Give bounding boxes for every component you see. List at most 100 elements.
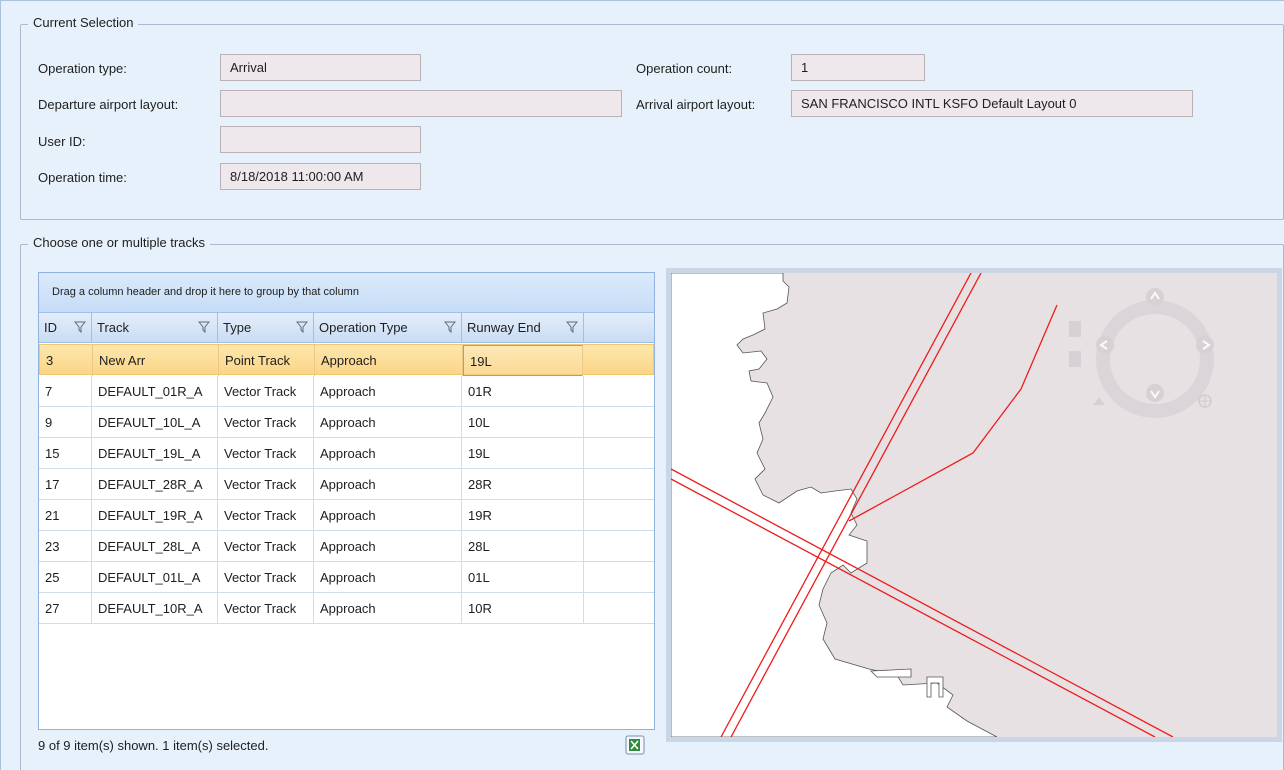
departure-layout-label: Departure airport layout: <box>38 97 179 112</box>
cell-id: 23 <box>39 531 92 562</box>
table-row[interactable]: 3 New Arr Point Track Approach 19L <box>39 344 654 376</box>
cell-type: Vector Track <box>218 593 314 624</box>
cell-id: 9 <box>39 407 92 438</box>
arrival-layout-field[interactable]: SAN FRANCISCO INTL KSFO Default Layout 0 <box>791 90 1193 117</box>
cell-operation-type: Approach <box>314 562 462 593</box>
column-header-id[interactable]: ID <box>39 313 92 343</box>
cell-type: Vector Track <box>218 438 314 469</box>
cell-type: Vector Track <box>218 531 314 562</box>
pan-left-icon[interactable] <box>1096 336 1114 354</box>
cell-runway-end[interactable]: 19L <box>463 345 583 376</box>
table-row[interactable]: 23 DEFAULT_28L_A Vector Track Approach 2… <box>39 531 654 562</box>
cell-runway-end: 19R <box>462 500 584 531</box>
cell-type: Vector Track <box>218 407 314 438</box>
cell-type: Point Track <box>219 345 315 376</box>
column-header-label: Type <box>223 320 252 335</box>
cell-runway-end: 10R <box>462 593 584 624</box>
map-canvas[interactable] <box>671 273 1277 737</box>
cell-type: Vector Track <box>218 500 314 531</box>
pan-down-icon[interactable] <box>1146 384 1164 402</box>
cell-operation-type: Approach <box>314 438 462 469</box>
cell-operation-type: Approach <box>314 593 462 624</box>
cell-track: DEFAULT_28L_A <box>92 531 218 562</box>
cell-id: 7 <box>39 376 92 407</box>
cell-track: DEFAULT_19R_A <box>92 500 218 531</box>
cell-type: Vector Track <box>218 562 314 593</box>
cell-track: DEFAULT_19L_A <box>92 438 218 469</box>
table-row[interactable]: 27 DEFAULT_10R_A Vector Track Approach 1… <box>39 593 654 624</box>
current-selection-group <box>20 24 1284 220</box>
column-header-label: Track <box>97 320 130 335</box>
grid-header: ID Track Type Operation Type Runway End <box>39 313 654 343</box>
cell-track: DEFAULT_01R_A <box>92 376 218 407</box>
column-header-operation-type[interactable]: Operation Type <box>314 313 462 343</box>
column-header-label: Operation Type <box>319 320 408 335</box>
cell-id: 21 <box>39 500 92 531</box>
cell-id: 3 <box>40 345 93 376</box>
cell-id: 27 <box>39 593 92 624</box>
cell-operation-type: Approach <box>314 376 462 407</box>
cell-track: DEFAULT_28R_A <box>92 469 218 500</box>
shoreline-detail <box>870 668 912 678</box>
cell-runway-end: 01R <box>462 376 584 407</box>
cell-runway-end: 28R <box>462 469 584 500</box>
excel-export-icon[interactable] <box>625 735 645 755</box>
cell-runway-end: 01L <box>462 562 584 593</box>
filter-icon[interactable] <box>444 321 456 333</box>
cell-id: 15 <box>39 438 92 469</box>
cell-runway-end: 10L <box>462 407 584 438</box>
column-header-label: ID <box>44 320 57 335</box>
zoom-out-icon[interactable] <box>1069 351 1081 367</box>
tracks-legend: Choose one or multiple tracks <box>28 235 210 250</box>
column-header-type[interactable]: Type <box>218 313 314 343</box>
column-header-runway-end[interactable]: Runway End <box>462 313 584 343</box>
pan-up-icon[interactable] <box>1146 288 1164 306</box>
cell-operation-type: Approach <box>314 500 462 531</box>
filter-icon[interactable] <box>74 321 86 333</box>
cell-track: DEFAULT_10L_A <box>92 407 218 438</box>
pan-right-icon[interactable] <box>1196 336 1214 354</box>
arrival-layout-label: Arrival airport layout: <box>636 97 756 112</box>
cell-type: Vector Track <box>218 469 314 500</box>
cell-runway-end: 19L <box>462 438 584 469</box>
cell-id: 17 <box>39 469 92 500</box>
zoom-in-icon[interactable] <box>1069 321 1081 337</box>
cell-track: New Arr <box>93 345 219 376</box>
cell-track: DEFAULT_10R_A <box>92 593 218 624</box>
operation-type-label: Operation type: <box>38 61 127 76</box>
filter-icon[interactable] <box>198 321 210 333</box>
operation-time-field[interactable]: 8/18/2018 11:00:00 AM <box>220 163 421 190</box>
cell-operation-type: Approach <box>314 407 462 438</box>
cell-id: 25 <box>39 562 92 593</box>
column-header-label: Runway End <box>467 320 541 335</box>
departure-layout-field[interactable] <box>220 90 622 117</box>
track-line <box>848 304 1058 522</box>
filter-icon[interactable] <box>566 321 578 333</box>
cell-type: Vector Track <box>218 376 314 407</box>
track-map[interactable] <box>666 268 1282 742</box>
table-row[interactable]: 9 DEFAULT_10L_A Vector Track Approach 10… <box>39 407 654 438</box>
group-by-panel[interactable]: Drag a column header and drop it here to… <box>39 273 654 313</box>
user-id-field[interactable] <box>220 126 421 153</box>
cell-operation-type: Approach <box>314 469 462 500</box>
map-navigation-control[interactable] <box>1069 288 1214 418</box>
tracks-grid[interactable]: Drag a column header and drop it here to… <box>38 272 655 730</box>
table-row[interactable]: 17 DEFAULT_28R_A Vector Track Approach 2… <box>39 469 654 500</box>
filter-icon[interactable] <box>296 321 308 333</box>
operation-count-field[interactable]: 1 <box>791 54 925 81</box>
table-row[interactable]: 15 DEFAULT_19L_A Vector Track Approach 1… <box>39 438 654 469</box>
column-header-track[interactable]: Track <box>92 313 218 343</box>
cell-track: DEFAULT_01L_A <box>92 562 218 593</box>
home-icon[interactable] <box>1093 397 1105 405</box>
operation-type-field[interactable]: Arrival <box>220 54 421 81</box>
operation-count-label: Operation count: <box>636 61 733 76</box>
current-selection-legend: Current Selection <box>28 15 139 30</box>
table-row[interactable]: 21 DEFAULT_19R_A Vector Track Approach 1… <box>39 500 654 531</box>
user-id-label: User ID: <box>38 134 86 149</box>
cell-operation-type: Approach <box>314 531 462 562</box>
cell-operation-type: Approach <box>315 345 463 376</box>
operation-time-label: Operation time: <box>38 170 127 185</box>
grid-status-text: 9 of 9 item(s) shown. 1 item(s) selected… <box>38 738 269 753</box>
table-row[interactable]: 25 DEFAULT_01L_A Vector Track Approach 0… <box>39 562 654 593</box>
table-row[interactable]: 7 DEFAULT_01R_A Vector Track Approach 01… <box>39 376 654 407</box>
